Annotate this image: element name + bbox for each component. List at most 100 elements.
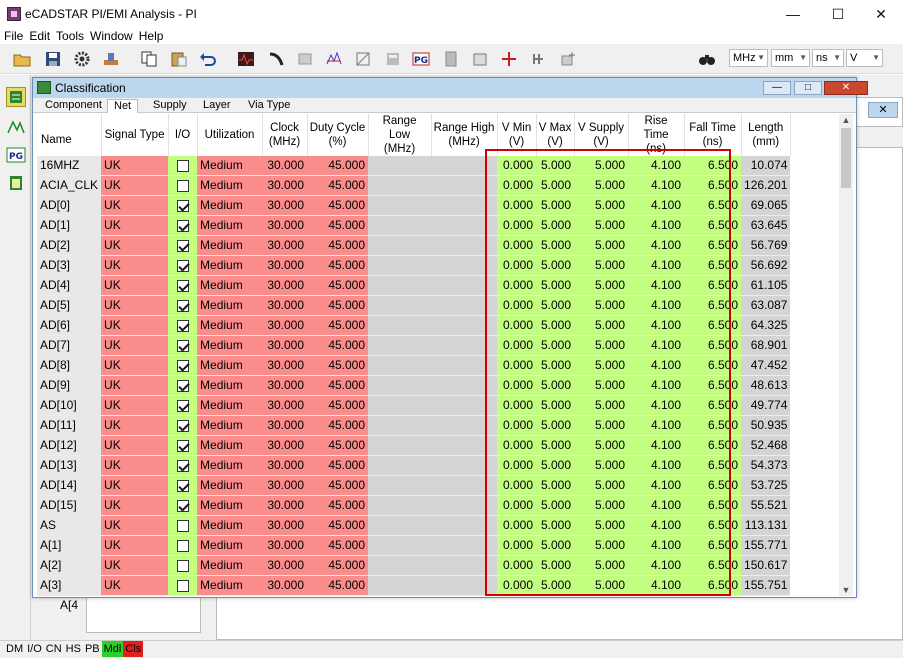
cell-vmin[interactable]: 0.000 [497, 295, 537, 316]
minimize-button[interactable]: — [771, 0, 815, 28]
table-row[interactable]: AD[14] UK Medium 30.000 45.000 0.000 5.000 5.00… [37, 475, 791, 496]
pg-icon[interactable]: PG [412, 51, 430, 67]
cell-name[interactable]: AD[15] [37, 495, 102, 516]
cell-clock[interactable]: 30.000 [262, 515, 308, 536]
io-checkbox[interactable] [176, 399, 189, 412]
cell-empty[interactable] [368, 495, 432, 516]
cell-name[interactable]: AD[12] [37, 435, 102, 456]
cell-vmin[interactable]: 0.000 [497, 175, 537, 196]
maximize-button[interactable]: ☐ [816, 0, 860, 28]
cell-duty[interactable]: 45.000 [307, 415, 369, 436]
io-checkbox[interactable] [176, 299, 189, 312]
report-icon[interactable] [6, 173, 26, 193]
table-row[interactable]: A[3] UK Medium 30.000 45.000 0.000 5.000 5.000 4… [37, 575, 791, 596]
cell-clock[interactable]: 30.000 [262, 275, 308, 296]
cell-empty[interactable] [431, 515, 498, 536]
cell-sig[interactable]: UK [101, 175, 169, 196]
cell-vsup[interactable]: 5.000 [574, 335, 629, 356]
cell-util[interactable]: Medium [197, 375, 263, 396]
io-cell[interactable] [168, 475, 198, 496]
status-hs[interactable]: HS [64, 641, 83, 657]
cell-util[interactable]: Medium [197, 215, 263, 236]
cell-duty[interactable]: 45.000 [307, 335, 369, 356]
table-row[interactable]: A[2] UK Medium 30.000 45.000 0.000 5.000 5.000 4… [37, 555, 791, 576]
cell-vmax[interactable]: 5.000 [536, 575, 575, 596]
cell-empty[interactable] [431, 595, 498, 596]
cell-duty[interactable]: 45.000 [307, 255, 369, 276]
io-cell[interactable] [168, 555, 198, 576]
cell-name[interactable]: AD[10] [37, 395, 102, 416]
cell-rise[interactable]: 4.100 [628, 215, 685, 236]
cell-vmin[interactable]: 0.000 [497, 355, 537, 376]
cell-rise[interactable]: 4.100 [628, 235, 685, 256]
dialog-minimize-button[interactable]: — [763, 81, 791, 95]
cell-util[interactable]: Medium [197, 275, 263, 296]
save-icon[interactable] [44, 51, 62, 67]
cell-sig[interactable]: UK [101, 295, 169, 316]
cell-name[interactable]: AS [37, 515, 102, 536]
cell-clock[interactable]: 30.000 [262, 435, 308, 456]
cell-sig[interactable]: UK [101, 415, 169, 436]
table-row[interactable]: 16MHZ UK Medium 30.000 45.000 0.000 5.000 5.000… [37, 156, 791, 176]
cell-vsup[interactable]: 5.000 [574, 375, 629, 396]
vertical-scrollbar[interactable]: ▲ ▼ [839, 114, 853, 596]
column-header[interactable]: Clock (MHz) [262, 114, 308, 156]
cell-empty[interactable] [431, 335, 498, 356]
cell-duty[interactable]: 45.000 [307, 495, 369, 516]
io-cell[interactable] [168, 215, 198, 236]
cell-fall[interactable]: 6.500 [684, 475, 742, 496]
open-folder-icon[interactable] [13, 51, 31, 67]
io-cell[interactable] [168, 535, 198, 556]
cell-vsup[interactable]: 5.000 [574, 535, 629, 556]
cell-vmin[interactable]: 0.000 [497, 235, 537, 256]
cell-vmax[interactable]: 5.000 [536, 275, 575, 296]
column-header[interactable]: Signal Type [101, 114, 169, 156]
cell-fall[interactable]: 6.500 [684, 335, 742, 356]
io-checkbox[interactable] [176, 219, 189, 232]
status-cls[interactable]: Cls [123, 641, 144, 657]
cell-name[interactable]: 16MHZ [37, 156, 102, 176]
cell-rise[interactable]: 4.100 [628, 595, 685, 596]
cell-len[interactable]: 63.087 [741, 295, 791, 316]
cell-rise[interactable]: 4.100 [628, 575, 685, 596]
cell-clock[interactable]: 30.000 [262, 455, 308, 476]
cell-util[interactable]: Medium [197, 156, 263, 176]
cell-rise[interactable]: 4.100 [628, 355, 685, 376]
cell-sig[interactable]: UK [101, 535, 169, 556]
cell-vsup[interactable]: 5.000 [574, 455, 629, 476]
cell-vsup[interactable]: 5.000 [574, 235, 629, 256]
signal-analysis-icon[interactable] [6, 117, 26, 137]
cell-fall[interactable]: 6.500 [684, 315, 742, 336]
io-cell[interactable] [168, 315, 198, 336]
cell-clock[interactable]: 30.000 [262, 335, 308, 356]
cell-util[interactable]: Medium [197, 235, 263, 256]
cell-rise[interactable]: 4.100 [628, 515, 685, 536]
cell-clock[interactable]: 30.000 [262, 195, 308, 216]
cell-fall[interactable]: 6.500 [684, 435, 742, 456]
io-cell[interactable] [168, 495, 198, 516]
copy-icon[interactable] [140, 51, 158, 67]
cell-empty[interactable] [431, 215, 498, 236]
cell-sig[interactable]: UK [101, 156, 169, 176]
cell-name[interactable]: ACIA_CLK [37, 175, 102, 196]
cell-len[interactable]: 48.613 [741, 375, 791, 396]
cell-clock[interactable]: 30.000 [262, 175, 308, 196]
cell-len[interactable]: 63.645 [741, 215, 791, 236]
io-cell[interactable] [168, 395, 198, 416]
cell-vmin[interactable]: 0.000 [497, 455, 537, 476]
cell-vsup[interactable]: 5.000 [574, 275, 629, 296]
dialog-close-button[interactable]: ✕ [824, 81, 868, 95]
cell-vsup[interactable]: 5.000 [574, 555, 629, 576]
cell-empty[interactable] [368, 455, 432, 476]
cell-vmin[interactable]: 0.000 [497, 435, 537, 456]
cell-name[interactable]: AD[13] [37, 455, 102, 476]
cell-rise[interactable]: 4.100 [628, 535, 685, 556]
cell-vmax[interactable]: 5.000 [536, 175, 575, 196]
cell-empty[interactable] [431, 255, 498, 276]
dialog-maximize-button[interactable]: □ [794, 81, 822, 95]
voltage-unit-select[interactable]: V ▼ [846, 49, 883, 67]
cell-rise[interactable]: 4.100 [628, 156, 685, 176]
cell-rise[interactable]: 4.100 [628, 455, 685, 476]
cell-util[interactable]: Medium [197, 395, 263, 416]
cell-vsup[interactable]: 5.000 [574, 355, 629, 376]
